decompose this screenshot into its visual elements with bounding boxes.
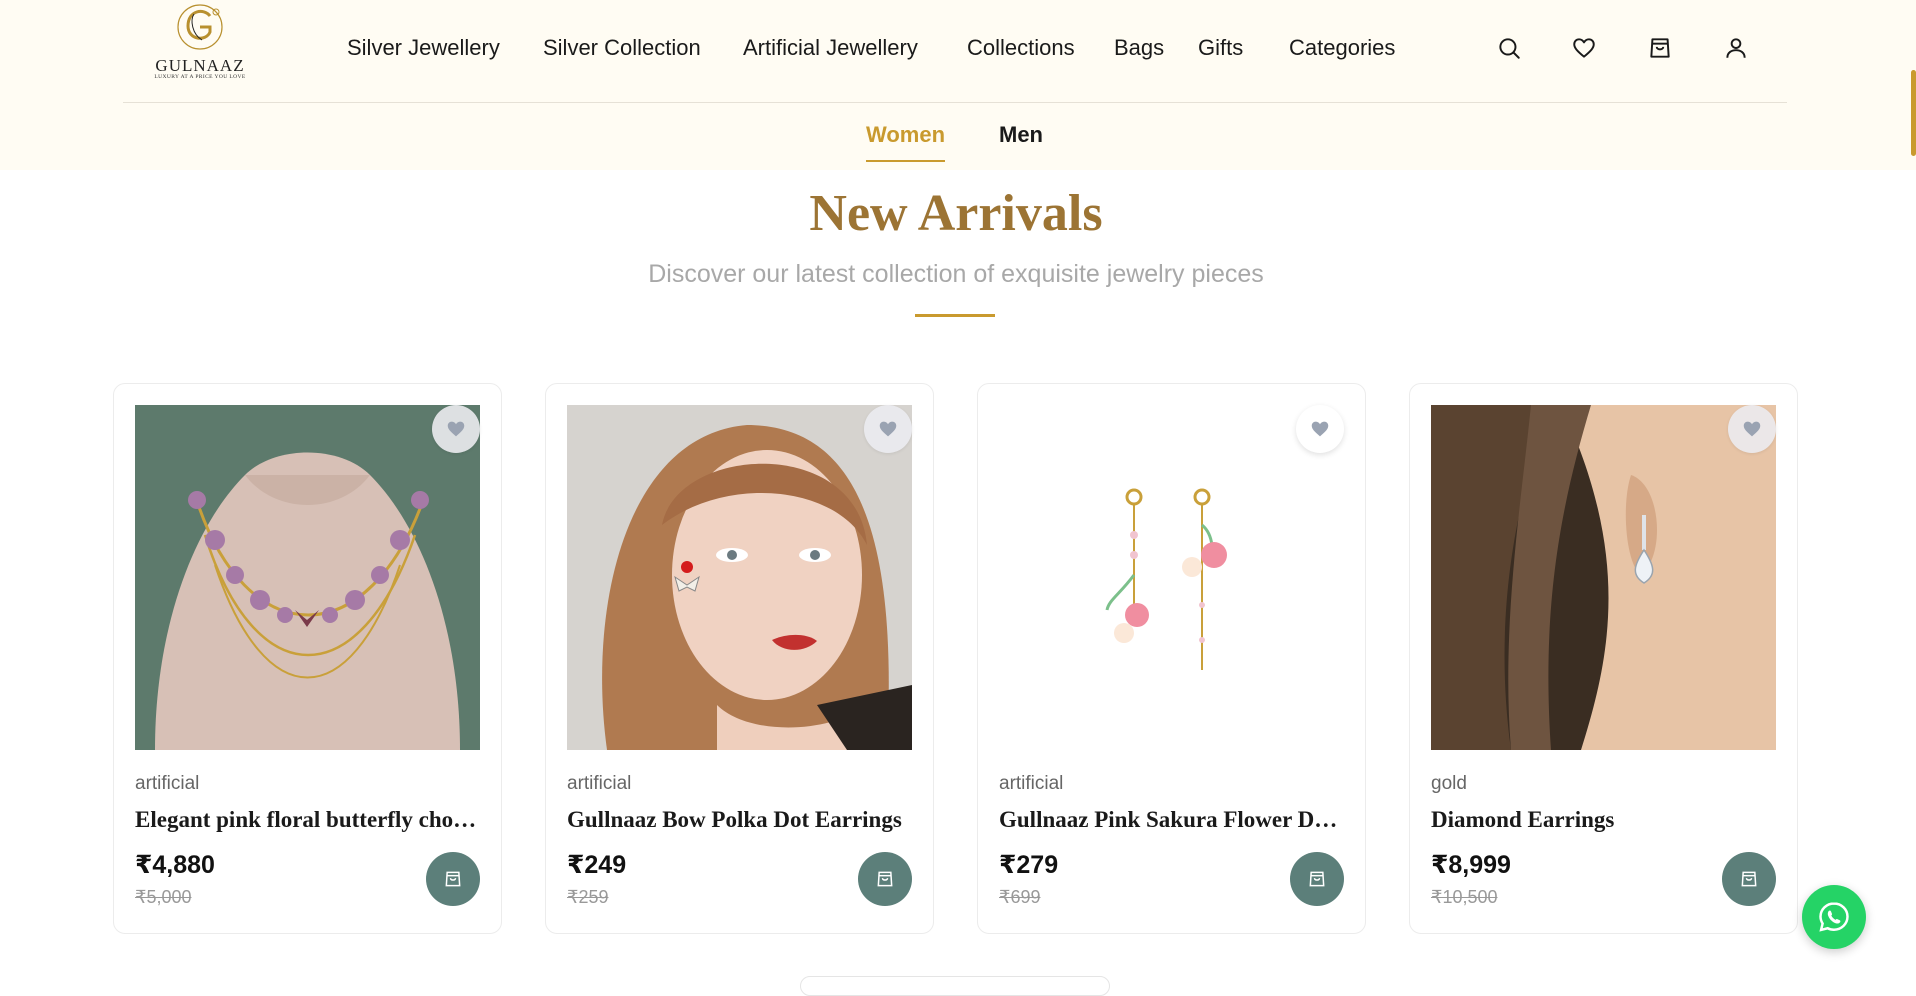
product-name[interactable]: Gullnaaz Bow Polka Dot Earrings (567, 807, 912, 833)
logo-monogram-icon (177, 4, 223, 50)
shopping-bag-icon (1309, 871, 1325, 887)
wishlist-button[interactable] (1296, 405, 1344, 453)
tab-men[interactable]: Men (999, 122, 1043, 148)
product-name[interactable]: Elegant pink floral butterfly choker nec… (135, 807, 480, 833)
product-category: artificial (135, 773, 200, 794)
model-earrings-image (567, 405, 912, 750)
nav-silver-jewellery[interactable]: Silver Jewellery (347, 35, 500, 61)
section-subtitle: Discover our latest collection of exquis… (648, 260, 1264, 288)
heart-icon (1743, 421, 1761, 437)
heart-icon (1311, 421, 1329, 437)
nav-artificial-jewellery[interactable]: Artificial Jewellery (743, 35, 918, 61)
brand-name: GULNAAZ (155, 56, 245, 75)
whatsapp-icon (1819, 902, 1849, 932)
product-name[interactable]: Diamond Earrings (1431, 807, 1776, 833)
product-image[interactable] (999, 405, 1344, 750)
search-icon[interactable] (1496, 35, 1522, 61)
header-divider (123, 102, 1787, 103)
shopping-bag-icon (445, 871, 461, 887)
brand-logo[interactable]: GULNAAZ LUXURY AT A PRICE YOU LOVE (150, 0, 250, 86)
view-all-button[interactable] (800, 976, 1110, 996)
heart-icon[interactable] (1571, 35, 1597, 61)
product-original-price: ₹10,500 (1431, 887, 1498, 907)
product-price: ₹4,880 (135, 851, 215, 879)
nav-collections[interactable]: Collections (967, 35, 1075, 61)
heart-icon (879, 421, 897, 437)
necklace-image (135, 405, 480, 750)
nav-silver-collection[interactable]: Silver Collection (543, 35, 701, 61)
nav-gifts[interactable]: Gifts (1198, 35, 1243, 61)
product-card[interactable]: artificial Elegant pink floral butterfly… (113, 383, 502, 934)
user-icon[interactable] (1723, 35, 1749, 61)
add-to-cart-button[interactable] (426, 852, 480, 906)
brand-tagline: LUXURY AT A PRICE YOU LOVE (154, 74, 246, 80)
add-to-cart-button[interactable] (1290, 852, 1344, 906)
product-card[interactable]: artificial Gullnaaz Pink Sakura Flower D… (977, 383, 1366, 934)
add-to-cart-button[interactable] (1722, 852, 1776, 906)
page-scrollbar[interactable] (1911, 70, 1916, 156)
site-header: GULNAAZ LUXURY AT A PRICE YOU LOVE Silve… (0, 0, 1916, 170)
product-price: ₹8,999 (1431, 851, 1511, 879)
section-title: New Arrivals (809, 185, 1103, 242)
product-card[interactable]: gold Diamond Earrings ₹8,999 ₹10,500 (1409, 383, 1798, 934)
product-price: ₹279 (999, 851, 1059, 879)
sakura-earrings-image (999, 405, 1344, 750)
nav-bags[interactable]: Bags (1114, 35, 1164, 61)
heart-icon (447, 421, 465, 437)
product-image[interactable] (567, 405, 912, 750)
tab-women[interactable]: Women (866, 122, 946, 162)
nav-categories[interactable]: Categories (1289, 35, 1395, 61)
wishlist-button[interactable] (864, 405, 912, 453)
product-category: gold (1431, 773, 1467, 794)
product-name[interactable]: Gullnaaz Pink Sakura Flower Dangle Earri… (999, 807, 1344, 833)
diamond-earring-image (1431, 405, 1776, 750)
product-image[interactable] (135, 405, 480, 750)
wishlist-button[interactable] (1728, 405, 1776, 453)
whatsapp-chat-button[interactable] (1802, 885, 1866, 949)
product-original-price: ₹699 (999, 887, 1041, 907)
product-image[interactable] (1431, 405, 1776, 750)
section-divider (915, 314, 995, 317)
product-category: artificial (567, 773, 632, 794)
product-card[interactable]: artificial Gullnaaz Bow Polka Dot Earrin… (545, 383, 934, 934)
product-price: ₹249 (567, 851, 627, 879)
product-category: artificial (999, 773, 1064, 794)
add-to-cart-button[interactable] (858, 852, 912, 906)
product-original-price: ₹5,000 (135, 887, 192, 907)
shopping-bag-icon (1741, 871, 1757, 887)
shopping-bag-icon[interactable] (1647, 35, 1673, 61)
wishlist-button[interactable] (432, 405, 480, 453)
product-original-price: ₹259 (567, 887, 609, 907)
shopping-bag-icon (877, 871, 893, 887)
